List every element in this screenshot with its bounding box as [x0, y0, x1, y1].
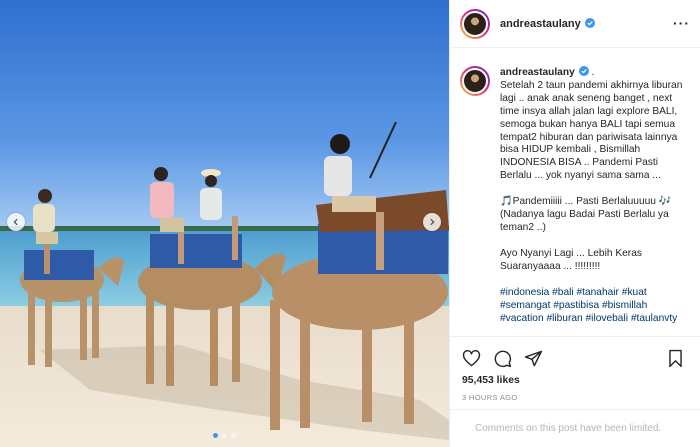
caption-line: #vacation #liburan #ilovebali #taulanvty	[500, 312, 678, 324]
beach-camel-photo	[0, 0, 449, 447]
hashtags[interactable]: #indonesia #bali #tanahair #kuat #semanga…	[500, 287, 690, 326]
verified-badge-icon	[578, 66, 589, 76]
caption-line: Berlalu ... yok nyanyi sama sama ...	[500, 170, 661, 182]
post-header: andreastaulany ···	[450, 0, 700, 48]
bookmark-icon[interactable]	[666, 349, 685, 368]
carousel-dot	[222, 433, 227, 438]
comment-icon[interactable]	[493, 349, 512, 368]
post-photo[interactable]	[0, 0, 449, 447]
caption-line: (Nadanya lagu Badai Pasti Berlalu ya	[500, 209, 669, 221]
carousel-indicator	[0, 433, 449, 438]
caption-line: Ayo Nyanyi Lagi ... Lebih Keras	[500, 247, 642, 259]
caption-line: Suaranyaaaa ... !!!!!!!!!	[500, 260, 601, 272]
comments-limited-notice: Comments on this post have been limited.	[450, 409, 700, 447]
post-side-panel: andreastaulany ··· andreastaulany . Sete…	[449, 0, 700, 447]
caption-line: bisa HIDUP kembali , Bismillah	[500, 144, 641, 156]
caption-line: #semangat #pastibisa #bismillah	[500, 299, 648, 311]
action-bar	[450, 336, 700, 376]
carousel-next-button[interactable]	[423, 213, 441, 231]
caption-area: andreastaulany . Setelah 2 taun pandemi …	[450, 49, 700, 336]
caption-line: 🎵Pandemiiiii ... Pasti Berlaluuuuu 🎶	[500, 196, 672, 208]
instagram-post: andreastaulany ··· andreastaulany . Sete…	[0, 0, 700, 447]
sing-paragraph: Ayo Nyanyi Lagi ... Lebih Keras Suaranyaa…	[500, 248, 690, 274]
post-timestamp[interactable]: 3 HOURS AGO	[462, 393, 518, 402]
caption-line: Setelah 2 taun pandemi akhirnya liburan	[500, 79, 683, 91]
paper-plane-icon[interactable]	[524, 349, 543, 368]
caption-line: teman2 ..)	[500, 221, 546, 233]
song-paragraph: 🎵Pandemiiiii ... Pasti Berlaluuuuu 🎶 (Nad…	[500, 196, 690, 235]
caption-line: INDONESIA BISA .. Pandemi Pasti	[500, 157, 658, 169]
like-count[interactable]: 95,453 likes	[462, 375, 520, 386]
carousel-prev-button[interactable]	[7, 213, 25, 231]
carousel-dot	[213, 433, 218, 438]
caption-line: semoga bukan hanya BALI tapi semua	[500, 118, 675, 130]
caption-text: andreastaulany . Setelah 2 taun pandemi …	[500, 66, 690, 325]
header-username[interactable]: andreastaulany	[500, 17, 595, 30]
heart-icon[interactable]	[462, 349, 481, 368]
verified-badge-icon	[584, 17, 595, 28]
avatar[interactable]	[460, 8, 490, 39]
more-options-icon[interactable]: ···	[673, 16, 690, 30]
caption-line: lagi .. anak anak seneng banget , next	[500, 92, 673, 104]
caption-dot: .	[591, 67, 595, 78]
caption-line: tempat2 hiburan dan pariwisata lainnya	[500, 131, 678, 143]
caption-paragraph: Setelah 2 taun pandemi akhirnya liburan l…	[500, 80, 690, 183]
caption-username[interactable]: andreastaulany	[500, 67, 575, 78]
chevron-right-icon	[430, 218, 435, 226]
chevron-left-icon	[13, 218, 18, 226]
caption-line: time insya allah jalan lagi explore BALI…	[500, 105, 678, 117]
caption: andreastaulany . Setelah 2 taun pandemi …	[460, 66, 691, 325]
carousel-dot	[231, 433, 236, 438]
caption-line: #indonesia #bali #tanahair #kuat	[500, 286, 647, 298]
caption-avatar[interactable]	[460, 66, 490, 96]
